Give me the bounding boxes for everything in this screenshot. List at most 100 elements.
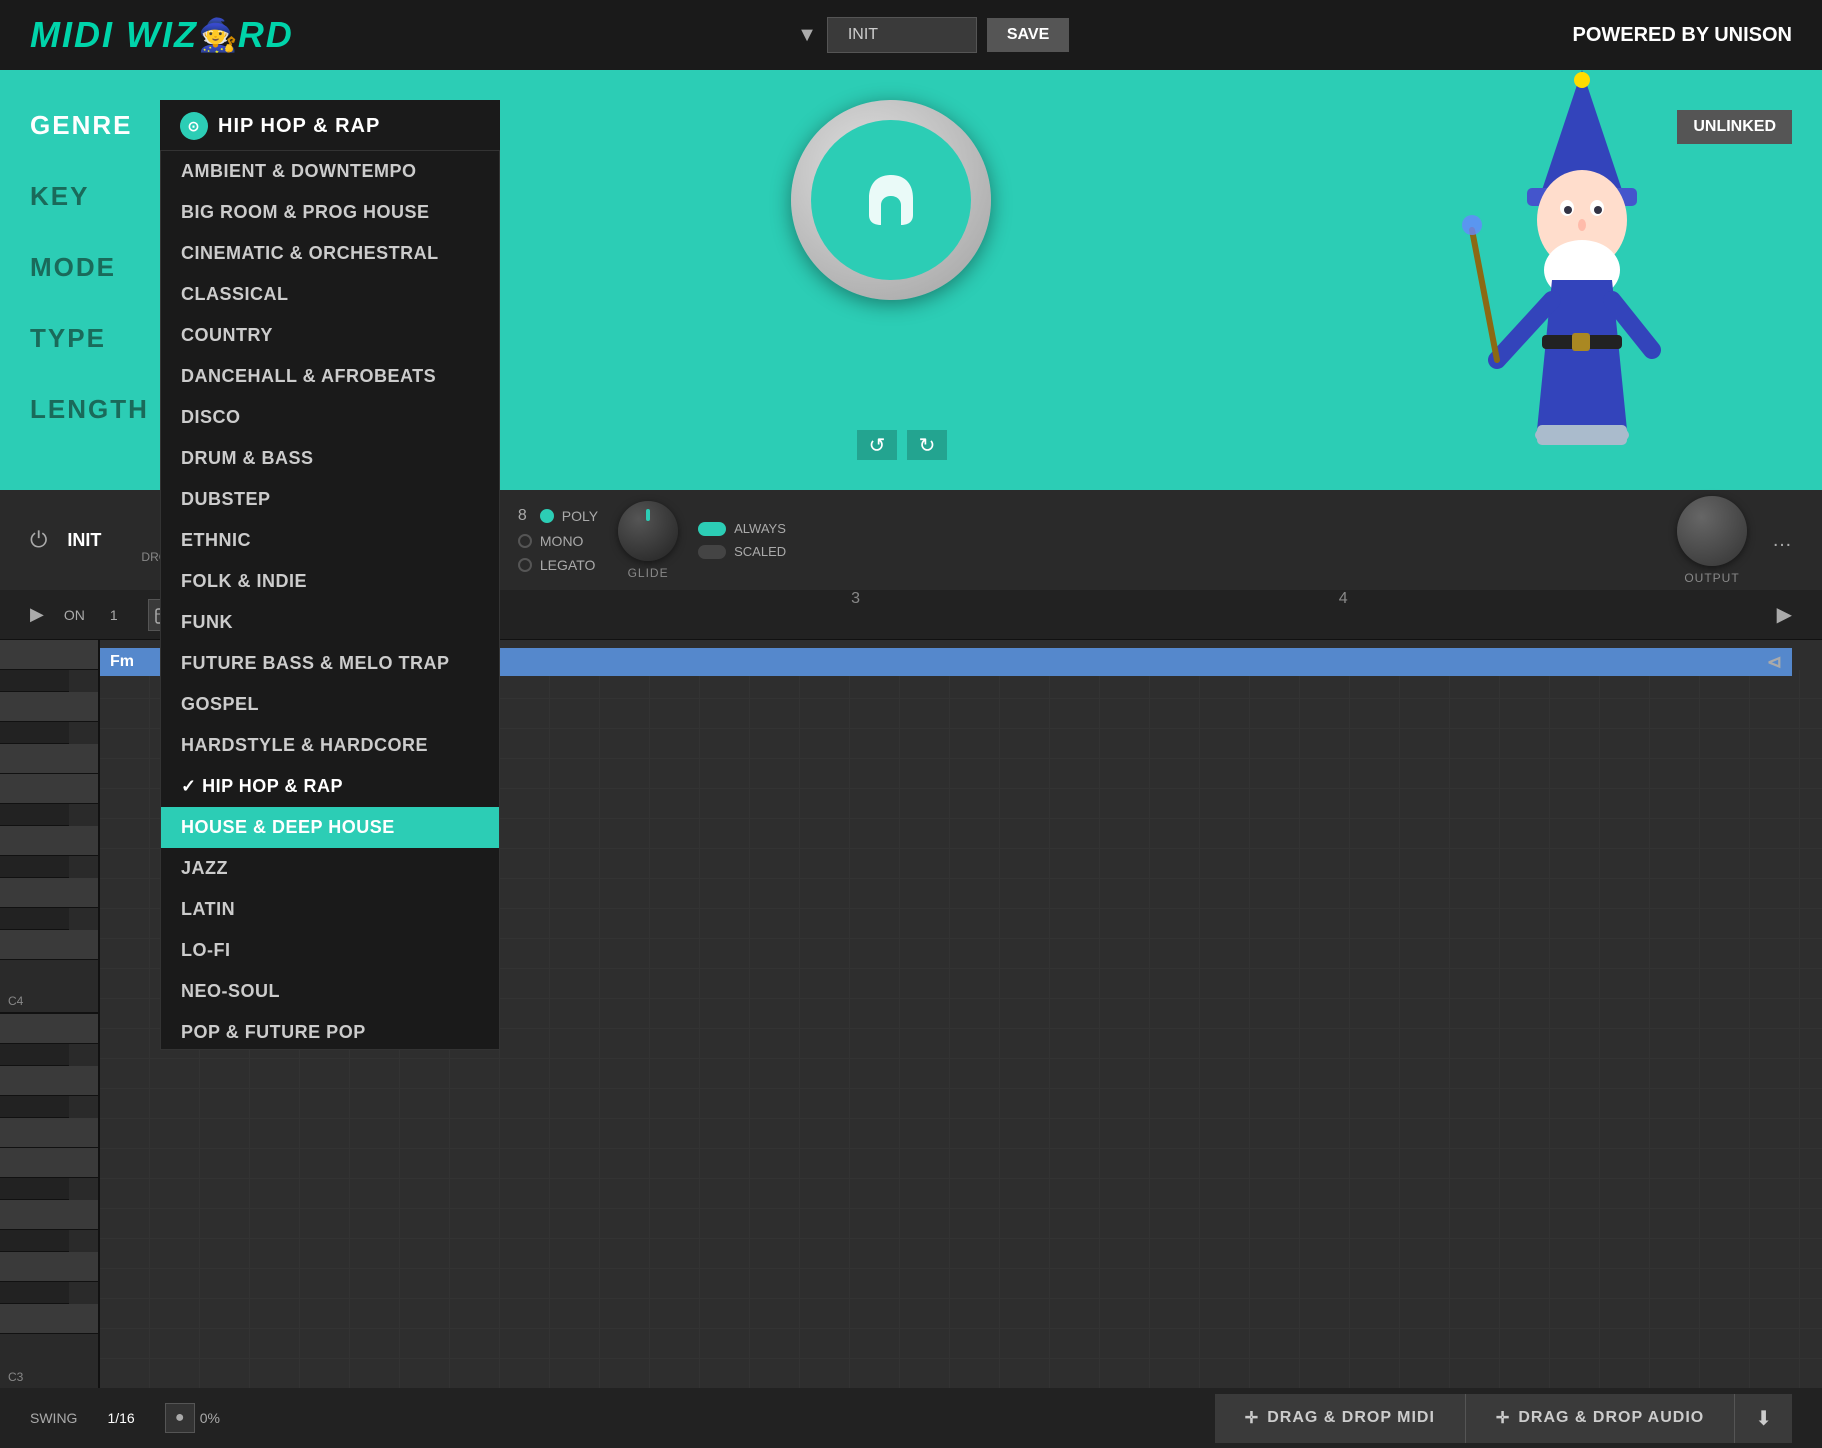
piano-key[interactable]	[0, 878, 98, 908]
piano-key[interactable]	[0, 774, 98, 804]
genre-option-gospel[interactable]: GOSPEL	[161, 684, 499, 725]
piano-key-black[interactable]	[0, 670, 69, 692]
genre-option-cinematic[interactable]: CINEMATIC & ORCHESTRAL	[161, 233, 499, 274]
record-button[interactable]: ●	[165, 1403, 195, 1433]
piano-key-black[interactable]	[0, 856, 69, 878]
piano-key[interactable]	[0, 1148, 98, 1178]
piano-key-black[interactable]	[0, 1282, 69, 1304]
save-button[interactable]: SAVE	[987, 18, 1069, 52]
piano-key[interactable]	[0, 1014, 98, 1044]
genre-option-neosoul[interactable]: NEO-SOUL	[161, 971, 499, 1012]
piano-key-black[interactable]	[0, 804, 69, 826]
percent-label: 0%	[200, 1410, 220, 1426]
always-label: ALWAYS	[734, 521, 786, 536]
genre-option-funk[interactable]: FUNK	[161, 602, 499, 643]
piano-key-black[interactable]	[0, 722, 69, 744]
piano-key-black[interactable]	[0, 1096, 69, 1118]
mono-row: MONO	[518, 533, 598, 549]
init-dropdown[interactable]: INIT	[827, 17, 977, 53]
bottom-bar: SWING 1/16 ● 0% ✛ DRAG & DROP MIDI ✛ DRA…	[0, 1388, 1822, 1448]
wizard-hat-icon: 🧙	[198, 16, 238, 54]
genre-option-pop[interactable]: POP & FUTURE POP	[161, 1012, 499, 1050]
redo-button[interactable]: ↻	[907, 430, 947, 460]
drag-drop-audio-button[interactable]: ✛ DRAG & DROP AUDIO	[1466, 1394, 1735, 1443]
output-knob[interactable]: OUTPUT	[1677, 496, 1747, 585]
undo-button[interactable]: ↺	[857, 430, 897, 460]
glide-knob-circle[interactable]	[618, 501, 678, 561]
piano-key-black[interactable]	[0, 1178, 69, 1200]
logo: MIDI WIZ 🧙 RD	[30, 14, 294, 56]
piano-key[interactable]	[0, 640, 98, 670]
scaled-toggle[interactable]	[698, 545, 726, 559]
piano-key[interactable]	[0, 1066, 98, 1096]
genre-option-latin[interactable]: LATIN	[161, 889, 499, 930]
piano-key[interactable]	[0, 744, 98, 774]
piano-key-black[interactable]	[0, 1044, 69, 1066]
more-options-icon[interactable]: …	[1772, 529, 1792, 552]
scaled-row: SCALED	[698, 544, 786, 559]
genre-option-dubstep[interactable]: DUBSTEP	[161, 479, 499, 520]
lower-keys: C3	[0, 1014, 98, 1388]
powered-by: POWERED BY UNISON	[1573, 24, 1793, 47]
genre-dropdown-menu[interactable]: AMBIENT & DOWNTEMPO BIG ROOM & PROG HOUS…	[160, 150, 500, 1050]
powered-by-label: POWERED BY	[1573, 24, 1710, 46]
piano-key[interactable]	[0, 1118, 98, 1148]
genre-option-classical[interactable]: CLASSICAL	[161, 274, 499, 315]
glide-knob[interactable]: GLIDE	[618, 501, 678, 580]
piano-key[interactable]	[0, 930, 98, 960]
bar-number: 1	[110, 607, 118, 623]
sidebar-item-length[interactable]: LENGTH	[30, 394, 149, 425]
legato-label: LEGATO	[540, 557, 596, 573]
piano-key[interactable]	[0, 1252, 98, 1282]
logo-text-2: RD	[238, 14, 294, 56]
record-controls: ● 0%	[165, 1403, 220, 1433]
genre-option-lofi[interactable]: LO-FI	[161, 930, 499, 971]
scroll-right-icon[interactable]: ▶	[1777, 602, 1792, 627]
unlinked-button[interactable]: UNLINKED	[1677, 110, 1792, 144]
genre-option-folk[interactable]: FOLK & INDIE	[161, 561, 499, 602]
piano-key-black[interactable]	[0, 908, 69, 930]
drag-drop-midi-button[interactable]: ✛ DRAG & DROP MIDI	[1215, 1394, 1466, 1443]
genre-option-bigroom[interactable]: BIG ROOM & PROG HOUSE	[161, 192, 499, 233]
poly-radio[interactable]	[540, 509, 554, 523]
piano-key[interactable]	[0, 692, 98, 722]
output-knob-circle[interactable]	[1677, 496, 1747, 566]
piano-keys: C4 C3	[0, 640, 100, 1388]
piano-key[interactable]	[0, 1304, 98, 1334]
genre-option-drumbass[interactable]: DRUM & BASS	[161, 438, 499, 479]
piano-key-black[interactable]	[0, 1230, 69, 1252]
sidebar-item-key[interactable]: KEY	[30, 181, 149, 212]
genre-option-jazz[interactable]: JAZZ	[161, 848, 499, 889]
piano-key[interactable]	[0, 1200, 98, 1230]
c4-label: C4	[0, 990, 31, 1012]
always-row: ALWAYS	[698, 521, 786, 536]
genre-option-futurebass[interactable]: FUTURE BASS & MELO TRAP	[161, 643, 499, 684]
drag-midi-label: DRAG & DROP MIDI	[1267, 1409, 1435, 1427]
genre-option-ethnic[interactable]: ETHNIC	[161, 520, 499, 561]
swing-value[interactable]: 1/16	[107, 1410, 134, 1426]
sidebar-item-type[interactable]: TYPE	[30, 323, 149, 354]
note-options-icon[interactable]: ⊲	[1767, 652, 1782, 673]
sidebar-item-mode[interactable]: MODE	[30, 252, 149, 283]
sidebar-item-genre[interactable]: GENRE	[30, 110, 149, 141]
genre-option-dancehall[interactable]: DANCEHALL & AFROBEATS	[161, 356, 499, 397]
measure-markers: 3 4	[364, 590, 1757, 639]
genre-option-country[interactable]: COUNTRY	[161, 315, 499, 356]
genre-dropdown-button[interactable]: ⊙ HIP HOP & RAP	[160, 100, 500, 152]
genre-option-ambient[interactable]: AMBIENT & DOWNTEMPO	[161, 151, 499, 192]
play-button[interactable]: ▶	[30, 604, 44, 625]
mono-radio[interactable]	[518, 534, 532, 548]
piano-key[interactable]	[0, 826, 98, 856]
genre-option-hardstyle[interactable]: HARDSTYLE & HARDCORE	[161, 725, 499, 766]
note-label: Fm	[110, 653, 134, 671]
always-toggle[interactable]	[698, 522, 726, 536]
genre-option-hiphop[interactable]: HIP HOP & RAP	[161, 766, 499, 807]
genre-option-disco[interactable]: DISCO	[161, 397, 499, 438]
power-button[interactable]: ⏻	[30, 527, 47, 553]
unison-inner-circle	[811, 120, 971, 280]
genre-option-house[interactable]: HOUSE & DEEP HOUSE	[161, 807, 499, 848]
dropdown-arrow-icon: ▼	[797, 24, 817, 47]
legato-radio[interactable]	[518, 558, 532, 572]
on-label: ON	[64, 607, 85, 623]
download-button[interactable]: ⬇	[1735, 1394, 1792, 1443]
